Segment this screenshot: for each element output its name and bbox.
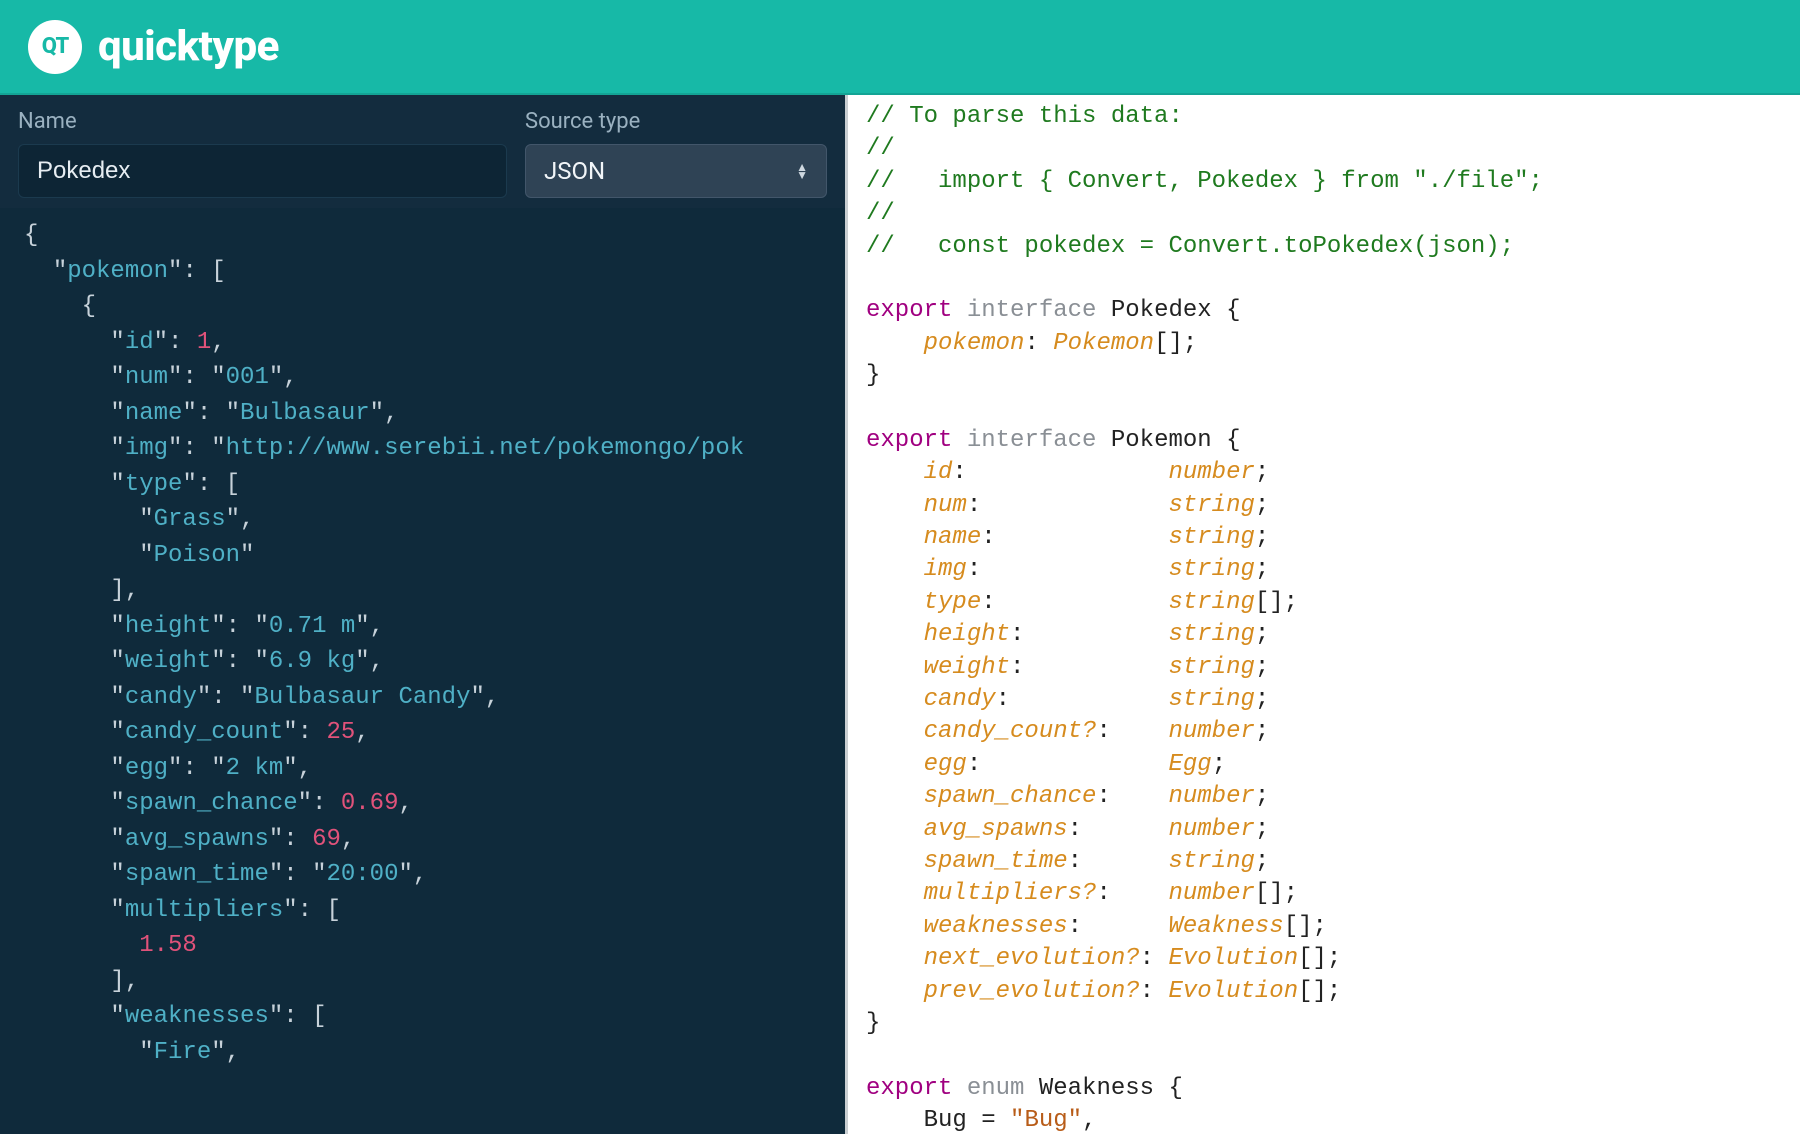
json-source-editor[interactable]: { "pokemon": [ { "id": 1, "num": "001", … — [0, 208, 845, 1134]
input-controls: Name Source type JSON ▲▼ — [0, 95, 845, 208]
logo-abbrev: QT — [42, 34, 69, 59]
select-caret-icon: ▲▼ — [796, 163, 808, 179]
source-type-control: Source type JSON ▲▼ — [525, 109, 827, 198]
source-type-value: JSON — [544, 157, 796, 185]
name-control: Name — [18, 109, 507, 198]
input-panel: Name Source type JSON ▲▼ { "pokemon": [ … — [0, 95, 848, 1134]
name-label: Name — [18, 109, 507, 134]
source-type-select[interactable]: JSON ▲▼ — [525, 144, 827, 198]
brand-name: quicktype — [98, 22, 279, 71]
generated-code-panel[interactable]: // To parse this data://// import { Conv… — [848, 95, 1800, 1134]
main-area: Name Source type JSON ▲▼ { "pokemon": [ … — [0, 95, 1800, 1134]
logo-icon: QT — [28, 20, 82, 74]
name-input[interactable] — [18, 144, 507, 198]
source-type-label: Source type — [525, 109, 827, 134]
app-header: QT quicktype — [0, 0, 1800, 95]
